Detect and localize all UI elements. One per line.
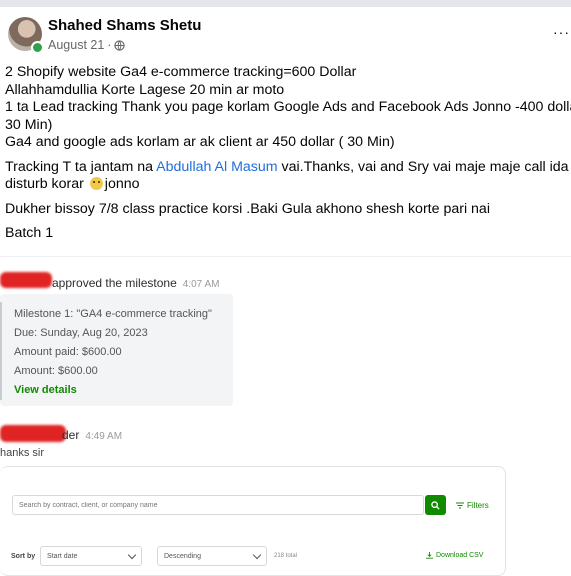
- redacted-name: [0, 272, 52, 288]
- filters-button[interactable]: Filters: [456, 501, 489, 510]
- total-count: 218 total: [274, 553, 298, 559]
- post-line: Allahhamdullia Korte Lagese 20 min ar mo…: [5, 81, 285, 98]
- search-icon: [431, 500, 440, 510]
- top-divider: [0, 0, 571, 7]
- globe-icon: [114, 39, 126, 51]
- thanks-line-2: disturb korar jonno: [5, 176, 140, 192]
- post-line: 2 Shopify website Ga4 e-commerce trackin…: [5, 64, 357, 80]
- milestone-amount: Amount: $600.00: [14, 365, 98, 377]
- approval-message: approved the milestone 4:07 AM: [52, 276, 220, 290]
- mention-link[interactable]: Abdullah Al Masum: [156, 159, 277, 175]
- chevron-down-icon: [127, 550, 137, 560]
- date-separator: ·: [107, 38, 112, 52]
- download-csv-link[interactable]: Download CSV: [426, 552, 483, 559]
- sort-order-select[interactable]: Descending: [157, 546, 267, 566]
- milestone-amount-paid: Amount paid: $600.00: [14, 346, 122, 358]
- post-line: 1 ta Lead tracking Thank you page korlam…: [5, 99, 571, 115]
- sort-field-select[interactable]: Start date: [40, 546, 142, 566]
- milestone-title: Milestone 1: "GA4 e-commerce tracking": [14, 308, 212, 320]
- view-details-link[interactable]: View details: [14, 384, 77, 396]
- author-name[interactable]: Shahed Shams Shetu: [48, 17, 201, 34]
- batch-line: Batch 1: [5, 225, 54, 241]
- post-body: 2 Shopify website Ga4 e-commerce trackin…: [5, 64, 571, 243]
- post-line: Ga4 and google ads korlam ar ak client a…: [5, 134, 395, 150]
- post-date[interactable]: August 21: [48, 38, 104, 52]
- thanks-line: Tracking T ta jantam na Abdullah Al Masu…: [5, 158, 569, 175]
- practice-line: Dukher bissoy 7/8 class practice korsi .…: [5, 200, 490, 217]
- download-icon: [426, 552, 433, 559]
- online-status-dot: [31, 41, 44, 54]
- filters-icon: [456, 502, 464, 509]
- redacted-name: [0, 425, 66, 442]
- reply-header: der 4:49 AM: [62, 428, 123, 442]
- chevron-down-icon: [252, 550, 262, 560]
- search-button[interactable]: [425, 495, 446, 515]
- sort-by-label: Sort by: [11, 553, 36, 560]
- post-timestamp[interactable]: August 21 ·: [48, 38, 126, 52]
- milestone-card-bar: [0, 302, 2, 400]
- reply-message: hanks sir: [0, 447, 45, 459]
- search-input[interactable]: [12, 495, 424, 515]
- approval-time: 4:07 AM: [182, 279, 220, 290]
- milestone-card: Milestone 1: "GA4 e-commerce tracking" D…: [0, 294, 233, 406]
- more-options-icon[interactable]: ···: [553, 24, 570, 40]
- emoji-icon: [89, 177, 103, 190]
- milestone-due: Due: Sunday, Aug 20, 2023: [14, 327, 148, 339]
- post-line: 30 Min): [5, 116, 53, 133]
- reply-time: 4:49 AM: [85, 431, 123, 442]
